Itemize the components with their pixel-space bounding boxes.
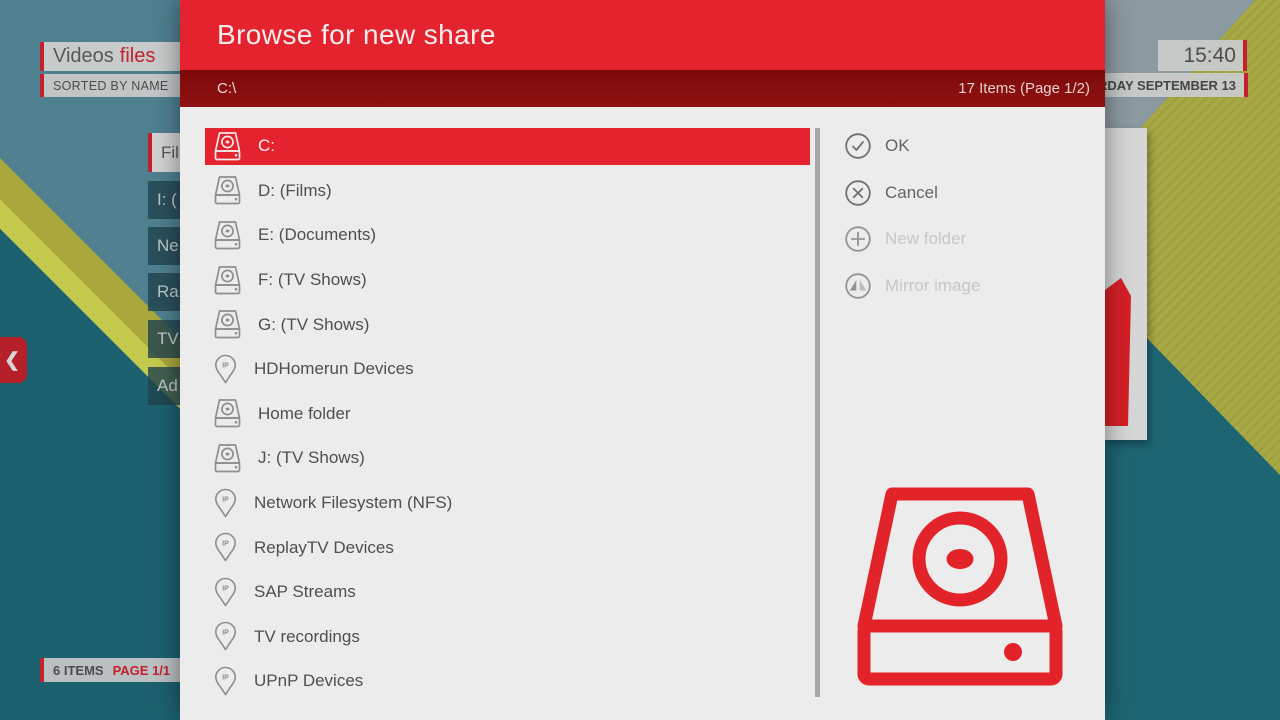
svg-text:IP: IP	[222, 541, 229, 548]
sort-label-bar: SORTED BY NAME	[40, 74, 193, 97]
list-item[interactable]: IP HDHomerun Devices	[205, 351, 810, 388]
list-item-label: G: (TV Shows)	[258, 315, 369, 335]
clock-bar: 15:40	[1158, 40, 1247, 71]
network-icon: IP	[214, 621, 237, 652]
list-item-label: E: (Documents)	[258, 225, 376, 245]
hard-drive-icon	[214, 443, 241, 474]
hard-drive-icon	[214, 265, 241, 296]
list-item-label: C:	[258, 136, 275, 156]
list-item-label: Home folder	[258, 404, 351, 424]
list-item-label: J: (TV Shows)	[258, 448, 365, 468]
list-item-label: TV recordings	[254, 627, 360, 647]
dialog-header: Browse for new share	[180, 0, 1105, 70]
kodi-screen: Videos files SORTED BY NAME 15:40 RDAY S…	[0, 0, 1280, 720]
view-title-accent: files	[120, 45, 156, 68]
bg-menu-label: Ra	[157, 282, 179, 302]
share-list: C: D: (Films) E: (Documents) F: (TV Show…	[205, 128, 810, 708]
dialog-title: Browse for new share	[180, 19, 496, 51]
poster-card-red-art	[1105, 278, 1131, 426]
dialog-button-panel: OK Cancel New folder Mirr	[845, 133, 980, 319]
hard-drive-icon	[214, 398, 241, 429]
items-count-bar: 6 ITEMS PAGE 1/1	[40, 658, 193, 682]
poster-card	[1105, 128, 1147, 440]
hard-drive-icon	[214, 220, 241, 251]
bg-menu-label: I: (	[157, 190, 177, 210]
dialog-breadcrumb-bar: C:\ 17 Items (Page 1/2)	[180, 70, 1105, 107]
mirror-image-button-label: Mirror image	[885, 276, 980, 296]
ok-button[interactable]: OK	[845, 133, 980, 159]
new-folder-button: New folder	[845, 226, 980, 252]
svg-text:IP: IP	[222, 362, 229, 369]
ok-button-label: OK	[885, 136, 910, 156]
list-item-label: ReplayTV Devices	[254, 538, 394, 558]
network-icon: IP	[214, 354, 237, 385]
list-item[interactable]: Home folder	[205, 396, 810, 433]
bg-menu-label: TV	[157, 329, 179, 349]
list-item[interactable]: IP ReplayTV Devices	[205, 529, 810, 566]
list-item-label: SAP Streams	[254, 582, 356, 602]
page-label: PAGE 1/1	[113, 663, 171, 678]
clock-text: 15:40	[1183, 44, 1236, 68]
list-item[interactable]: IP UPnP Devices	[205, 663, 810, 700]
cross-circle-icon	[845, 180, 871, 206]
list-item[interactable]: D: (Films)	[205, 173, 810, 210]
items-count: 6 ITEMS	[53, 663, 104, 678]
sort-label: SORTED BY NAME	[53, 79, 169, 93]
bg-menu-label: Ad	[157, 376, 178, 396]
list-scrollbar[interactable]	[815, 128, 820, 697]
bg-menu-label: Ne	[157, 236, 179, 256]
view-title-bar: Videos files	[40, 42, 193, 71]
list-item[interactable]: J: (TV Shows)	[205, 440, 810, 477]
svg-text:IP: IP	[222, 496, 229, 503]
list-item[interactable]: C:	[205, 128, 810, 165]
list-item[interactable]: IP SAP Streams	[205, 574, 810, 611]
list-item-label: Network Filesystem (NFS)	[254, 493, 452, 513]
date-bar: RDAY SEPTEMBER 13	[1105, 73, 1248, 97]
items-info: 17 Items (Page 1/2)	[958, 80, 1090, 97]
date-text: RDAY SEPTEMBER 13	[1105, 78, 1236, 93]
cancel-button[interactable]: Cancel	[845, 180, 980, 206]
network-icon: IP	[214, 488, 237, 519]
list-item-label: UPnP Devices	[254, 671, 363, 691]
list-item[interactable]: IP Network Filesystem (NFS)	[205, 485, 810, 522]
list-item-label: F: (TV Shows)	[258, 270, 367, 290]
list-item[interactable]: IP TV recordings	[205, 619, 810, 656]
check-circle-icon	[845, 133, 871, 159]
mirror-image-icon	[845, 273, 871, 299]
svg-text:IP: IP	[222, 675, 229, 682]
hard-drive-icon	[214, 175, 241, 206]
network-icon: IP	[214, 577, 237, 608]
svg-text:IP: IP	[222, 585, 229, 592]
svg-text:IP: IP	[222, 630, 229, 637]
list-item[interactable]: F: (TV Shows)	[205, 262, 810, 299]
cancel-button-label: Cancel	[885, 183, 938, 203]
list-item-label: HDHomerun Devices	[254, 359, 414, 379]
new-folder-button-label: New folder	[885, 229, 966, 249]
hard-drive-icon	[214, 309, 241, 340]
breadcrumb: C:\	[217, 80, 236, 97]
list-item[interactable]: G: (TV Shows)	[205, 306, 810, 343]
view-title: Videos	[53, 45, 114, 68]
network-icon: IP	[214, 666, 237, 697]
hard-disk-illustration-icon	[855, 486, 1065, 686]
plus-circle-icon	[845, 226, 871, 252]
bg-menu-label: Fil	[161, 143, 179, 163]
network-icon: IP	[214, 532, 237, 563]
mirror-image-button: Mirror image	[845, 273, 980, 299]
chevron-left-icon: ❮	[4, 349, 20, 372]
hard-drive-icon	[214, 131, 241, 162]
list-item-label: D: (Films)	[258, 181, 332, 201]
list-item[interactable]: E: (Documents)	[205, 217, 810, 254]
browse-share-dialog: Browse for new share C:\ 17 Items (Page …	[180, 0, 1105, 720]
back-button[interactable]: ❮	[0, 337, 27, 383]
